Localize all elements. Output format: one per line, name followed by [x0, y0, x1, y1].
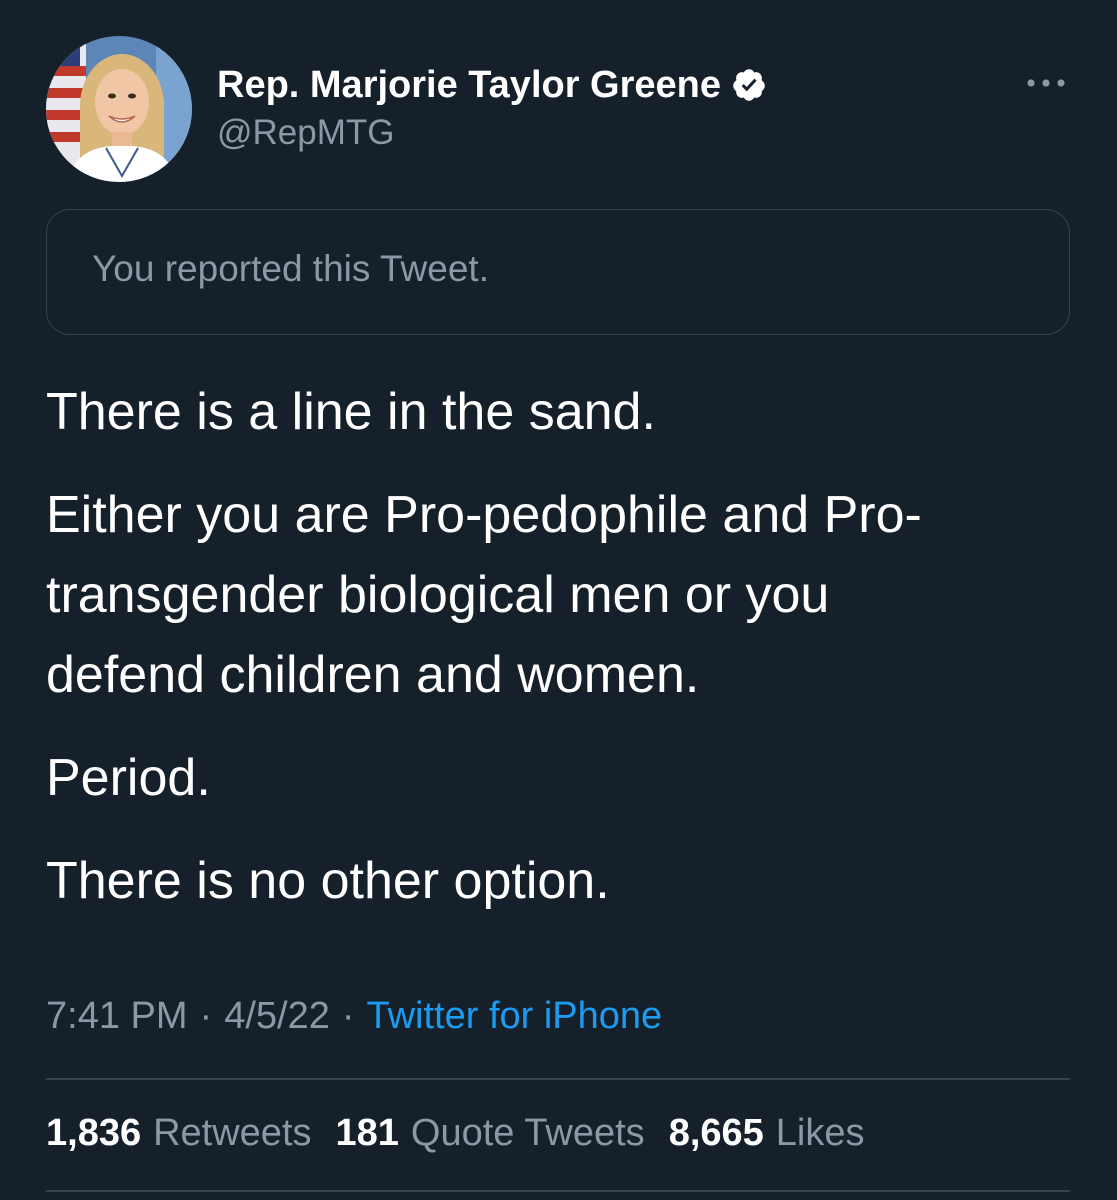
- quote-tweets-stat[interactable]: 181 Quote Tweets: [336, 1112, 645, 1155]
- meta-separator: ·: [199, 995, 213, 1037]
- retweets-stat[interactable]: 1,836 Retweets: [46, 1112, 312, 1155]
- verified-badge-icon: [731, 67, 767, 103]
- tweet-date[interactable]: 4/5/22: [224, 995, 330, 1038]
- divider: [46, 1078, 1070, 1080]
- likes-count: 8,665: [668, 1112, 764, 1154]
- reported-notice-text: You reported this Tweet.: [92, 248, 489, 289]
- likes-stat[interactable]: 8,665 Likes: [669, 1112, 865, 1155]
- meta-separator: ·: [341, 995, 355, 1037]
- likes-label: Likes: [775, 1112, 865, 1154]
- author-name-row[interactable]: Rep. Marjorie Taylor Greene: [217, 60, 767, 110]
- quote-tweets-count: 181: [335, 1112, 399, 1154]
- more-options-icon[interactable]: [1022, 68, 1070, 98]
- retweets-label: Retweets: [153, 1112, 312, 1154]
- tweet-paragraph: Either you are Pro-pedophile and Pro- tr…: [46, 486, 922, 704]
- retweets-count: 1,836: [46, 1112, 142, 1154]
- tweet-paragraph: There is no other option.: [46, 852, 610, 910]
- reported-notice-box: You reported this Tweet.: [46, 209, 1070, 335]
- author-avatar[interactable]: [46, 36, 192, 182]
- author-handle[interactable]: @RepMTG: [217, 113, 395, 153]
- tweet-paragraph: There is a line in the sand.: [46, 383, 656, 441]
- tweet-source-link[interactable]: Twitter for iPhone: [367, 995, 663, 1038]
- tweet-time[interactable]: 7:41 PM: [46, 995, 188, 1038]
- divider: [46, 1190, 1070, 1192]
- tweet-stats: 1,836 Retweets 181 Quote Tweets 8,665 Li…: [46, 1112, 889, 1155]
- tweet-text: There is a line in the sand. Either you …: [46, 372, 1086, 944]
- quote-tweets-label: Quote Tweets: [410, 1112, 645, 1154]
- author-display-name[interactable]: Rep. Marjorie Taylor Greene: [217, 64, 721, 107]
- tweet-metadata: 7:41 PM · 4/5/22 · Twitter for iPhone: [46, 995, 662, 1038]
- tweet-paragraph: Period.: [46, 749, 211, 807]
